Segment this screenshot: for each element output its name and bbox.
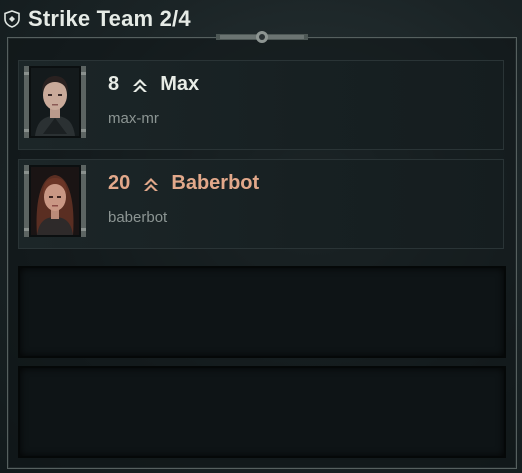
rank-chevron-icon — [143, 177, 158, 191]
member-name: Baberbot — [171, 172, 260, 195]
member-handle: baberbot — [108, 209, 168, 226]
strike-team-title: Strike Team 2/4 — [28, 6, 191, 31]
member-level: 8 — [108, 73, 120, 96]
member-level: 20 — [108, 172, 131, 195]
member-slot-max[interactable]: 8 Max max-mr — [18, 60, 504, 150]
rank-chevron-icon — [132, 78, 147, 92]
baberbot-portrait — [31, 167, 79, 235]
member-name: Max — [160, 73, 200, 96]
shield-icon — [4, 10, 20, 28]
member-name-line: 8 Max — [108, 73, 199, 96]
member-name-line: 20 Baberbot — [108, 172, 259, 195]
panel-ornament — [216, 31, 308, 43]
empty-slot[interactable] — [18, 266, 506, 358]
member-handle: max-mr — [108, 110, 159, 127]
member-slot-baberbot[interactable]: 20 Baberbot baberbot — [18, 159, 504, 249]
empty-slot[interactable] — [18, 366, 506, 458]
avatar — [24, 66, 86, 138]
max-portrait — [31, 68, 79, 136]
avatar — [24, 165, 86, 237]
